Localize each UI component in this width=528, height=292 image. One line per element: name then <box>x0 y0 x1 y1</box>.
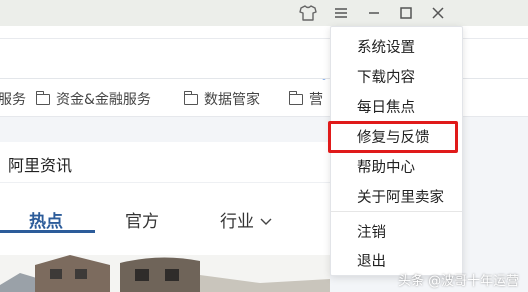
tab-industry[interactable]: 行业 <box>220 207 273 232</box>
news-photo[interactable] <box>0 255 330 292</box>
maximize-icon[interactable] <box>393 0 419 26</box>
folder-icon <box>288 90 303 105</box>
bookmark-label: 数据管家 <box>204 92 260 108</box>
menu-divider <box>331 211 462 212</box>
title-bar-right-area <box>455 0 528 26</box>
menu-item-logout[interactable]: 注销 <box>357 221 386 242</box>
news-divider <box>0 182 330 183</box>
bookmark-item[interactable]: 资金&金融服务 <box>35 89 151 109</box>
folder-icon <box>35 90 50 105</box>
active-tab-indicator <box>0 230 95 233</box>
bookmark-item[interactable]: 数据管家 <box>183 89 260 109</box>
bookmark-item[interactable]: 营 <box>288 89 323 109</box>
news-title: 阿里资讯 <box>8 156 73 175</box>
bookmark-label: 资金&金融服务 <box>56 92 151 108</box>
menu-item-system-settings[interactable]: 系统设置 <box>357 36 415 57</box>
menu-item-exit[interactable]: 退出 <box>357 250 386 271</box>
tab-hot[interactable]: 热点 <box>29 207 63 232</box>
folder-icon <box>183 90 198 105</box>
highlight-box <box>328 121 458 153</box>
title-bar <box>0 0 528 26</box>
tab-industry-label: 行业 <box>220 212 254 232</box>
menu-item-downloads[interactable]: 下载内容 <box>357 66 415 87</box>
minimize-icon[interactable] <box>361 0 387 26</box>
hamburger-menu-icon[interactable] <box>328 0 354 26</box>
tab-official[interactable]: 官方 <box>125 207 159 232</box>
menu-item-daily-focus[interactable]: 每日焦点 <box>357 96 415 117</box>
bookmark-item[interactable]: 服务 <box>0 89 26 109</box>
chevron-down-icon <box>259 212 273 232</box>
bookmark-label: 服务 <box>0 92 26 108</box>
close-icon[interactable] <box>425 0 451 26</box>
watermark: 头条 @波哥十年运营 <box>398 274 520 289</box>
shirt-icon[interactable] <box>295 0 321 26</box>
menu-item-about[interactable]: 关于阿里卖家 <box>357 186 444 207</box>
menu-item-help-center[interactable]: 帮助中心 <box>357 156 415 177</box>
bookmark-label: 营 <box>309 92 323 108</box>
